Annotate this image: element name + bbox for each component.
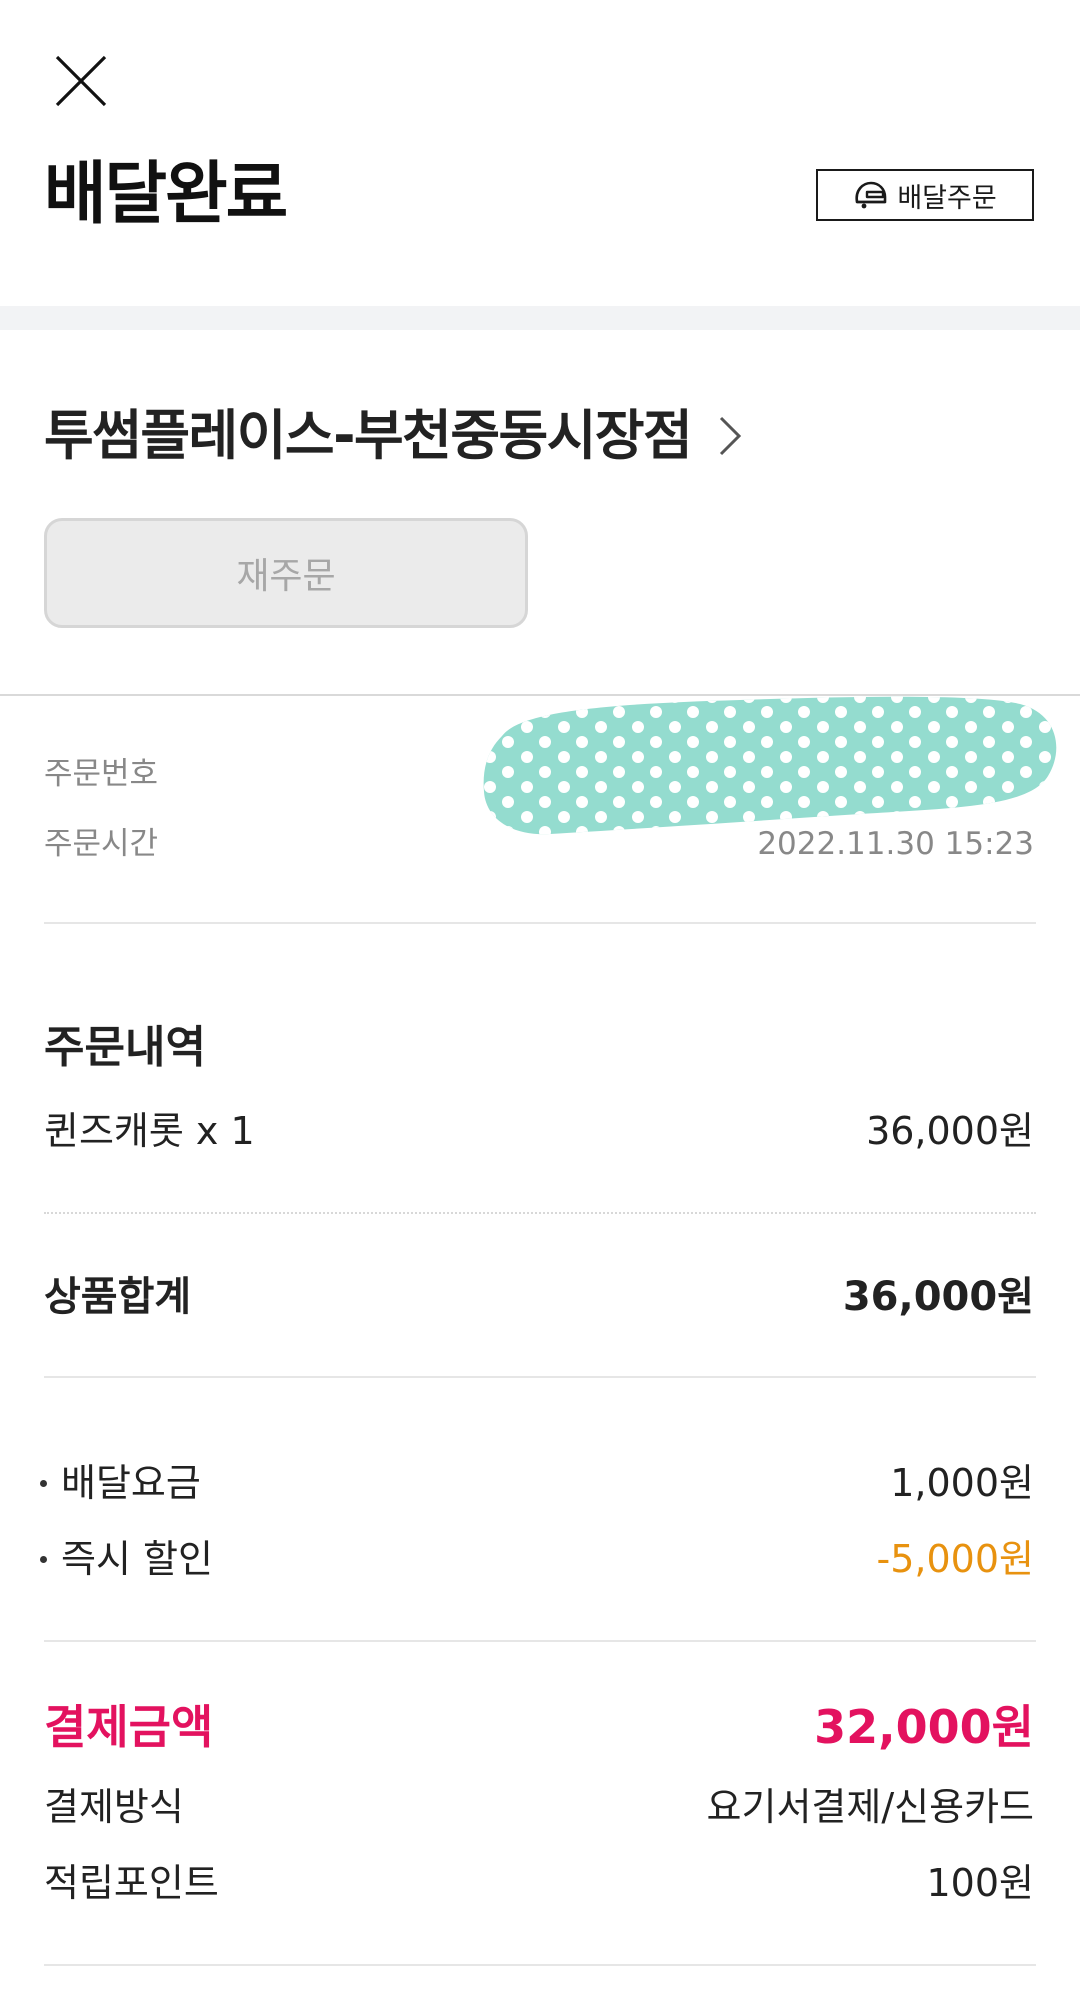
- divider: [44, 1640, 1036, 1642]
- subtotal-label: 상품합계: [44, 1274, 192, 1320]
- page-title: 배달완료: [44, 155, 288, 234]
- divider: [44, 1376, 1036, 1378]
- payment-method-value: 요기서결제/신용카드: [706, 1785, 1034, 1829]
- instant-discount-row: 즉시 할인: [40, 1532, 213, 1586]
- delivery-order-badge: 배달주문: [816, 169, 1034, 221]
- order-item-price: 36,000원: [866, 1109, 1034, 1153]
- points-label: 적립포인트: [44, 1861, 219, 1905]
- total-amount-label: 결제금액: [44, 1700, 214, 1754]
- delivery-order-label: 배달주문: [897, 182, 997, 214]
- bullet-icon: [40, 1555, 47, 1563]
- instant-discount-value: -5,000원: [876, 1537, 1034, 1581]
- reorder-button[interactable]: 재주문: [44, 518, 528, 628]
- instant-discount-label: 즉시 할인: [61, 1537, 213, 1581]
- close-button[interactable]: [40, 40, 122, 122]
- total-amount-value: 32,000원: [814, 1700, 1034, 1754]
- store-link[interactable]: 투썸플레이스-부천중동시장점: [44, 398, 743, 474]
- order-time-label: 주문시간: [44, 826, 159, 862]
- order-number-label: 주문번호: [44, 756, 159, 792]
- points-value: 100원: [926, 1861, 1035, 1905]
- dotted-divider: [44, 1212, 1036, 1214]
- divider: [44, 1964, 1036, 1966]
- bullet-icon: [40, 1479, 47, 1487]
- redaction-sticker: [483, 696, 1057, 835]
- delivery-fee-label: 배달요금: [61, 1461, 201, 1505]
- subtotal-value: 36,000원: [842, 1274, 1034, 1320]
- order-item-name: 퀸즈캐롯 x 1: [44, 1109, 255, 1153]
- delivery-fee-value: 1,000원: [890, 1461, 1034, 1505]
- chevron-right-icon: [720, 416, 742, 456]
- section-separator: [0, 306, 1080, 330]
- close-icon: [55, 55, 107, 107]
- order-details-title: 주문내역: [44, 1022, 206, 1073]
- payment-method-label: 결제방식: [44, 1785, 184, 1829]
- delivery-fee-row: 배달요금: [40, 1456, 201, 1510]
- store-name: 투썸플레이스-부천중동시장점: [44, 404, 693, 467]
- divider: [44, 922, 1036, 924]
- delivery-helmet-icon: [855, 181, 887, 209]
